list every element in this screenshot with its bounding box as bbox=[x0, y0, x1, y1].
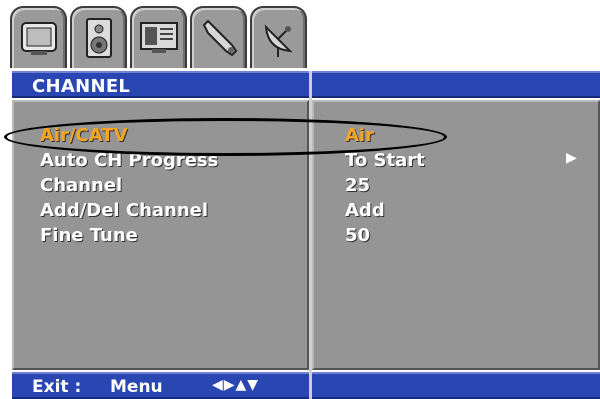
tab-channel[interactable] bbox=[250, 6, 307, 68]
footer-menu-key[interactable]: Menu bbox=[110, 377, 163, 397]
wrench-icon bbox=[198, 17, 240, 59]
submenu-arrow-icon: ▶ bbox=[566, 150, 577, 166]
speaker-icon bbox=[79, 16, 119, 60]
nav-arrows-icon: ◀▶▲▼ bbox=[212, 377, 260, 393]
display-grid-icon bbox=[138, 18, 180, 58]
footer-bar-right bbox=[312, 372, 600, 399]
tab-sound[interactable] bbox=[70, 6, 127, 68]
footer-bar: Exit : Menu ◀▶▲▼ bbox=[12, 372, 309, 399]
footer-exit-label: Exit : bbox=[32, 377, 82, 397]
menu-value-channel[interactable]: 25 bbox=[345, 174, 370, 198]
tv-icon bbox=[19, 18, 59, 58]
tab-picture[interactable] bbox=[10, 6, 67, 68]
page-title: CHANNEL bbox=[32, 76, 131, 97]
selection-highlight-oval bbox=[4, 118, 447, 156]
menu-item-channel[interactable]: Channel bbox=[40, 174, 122, 198]
menu-value-add-del-channel[interactable]: Add bbox=[345, 199, 385, 223]
menu-value-fine-tune[interactable]: 50 bbox=[345, 224, 370, 248]
value-title-bar bbox=[312, 71, 600, 98]
tab-function[interactable] bbox=[190, 6, 247, 68]
menu-value-auto-ch-progress[interactable]: To Start bbox=[345, 149, 425, 173]
tab-setup[interactable] bbox=[130, 6, 187, 68]
menu-item-fine-tune[interactable]: Fine Tune bbox=[40, 224, 138, 248]
menu-title-bar: CHANNEL bbox=[12, 71, 309, 98]
satellite-dish-icon bbox=[258, 17, 300, 59]
menu-item-add-del-channel[interactable]: Add/Del Channel bbox=[40, 199, 208, 223]
